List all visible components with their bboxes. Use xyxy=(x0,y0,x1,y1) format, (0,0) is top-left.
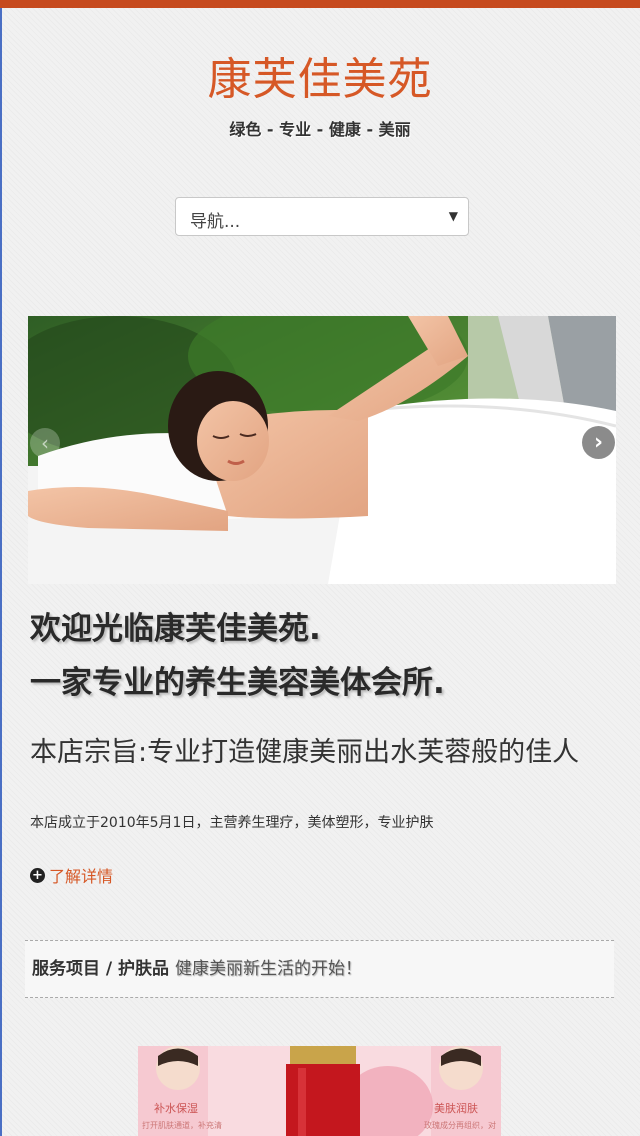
welcome-heading-line2: 一家专业的养生美容美体会所. xyxy=(30,665,445,701)
product-label-right: 美肤润肤 xyxy=(434,1102,478,1115)
services-separator: / xyxy=(100,959,119,979)
site-tagline: 绿色 - 专业 - 健康 - 美丽 xyxy=(229,120,411,139)
left-edge-line xyxy=(0,8,2,1136)
hero-slide-image xyxy=(28,316,616,584)
services-slogan: 健康美丽新生活的开始！ xyxy=(175,959,363,979)
skincare-category-link[interactable]: 护肤品 xyxy=(118,959,169,979)
slider-prev-icon[interactable]: ‹ xyxy=(30,428,60,458)
product-banner[interactable]: 补水保湿 美肤润肤 打开肌肤通道，补充清 玫瑰成分再组织，对 xyxy=(138,1046,501,1136)
welcome-heading-line1: 欢迎光临康芙佳美苑. xyxy=(30,611,321,647)
product-small-left: 打开肌肤通道，补充清 xyxy=(142,1121,222,1130)
product-label-left: 补水保湿 xyxy=(154,1102,198,1115)
store-motto: 本店宗旨:专业打造健康美丽出水芙蓉般的佳人 xyxy=(30,737,580,768)
caret-down-icon: ▼ xyxy=(448,209,458,223)
learn-more-link[interactable]: + 了解详情 xyxy=(30,863,114,886)
services-header: 服务项目 / 护肤品 健康美丽新生活的开始！ xyxy=(25,940,614,998)
plus-circle-icon: + xyxy=(30,867,45,883)
learn-more-label: 了解详情 xyxy=(49,867,114,886)
navigation-select-label: 导航... xyxy=(190,212,241,232)
navigation-select[interactable]: 导航... ▼ xyxy=(175,197,469,236)
slider-next-icon[interactable]: › xyxy=(582,426,615,459)
store-intro: 本店成立于2010年5月1日，主营养生理疗，美体塑形，专业护肤 xyxy=(30,815,434,831)
site-title[interactable]: 康芙佳美苑 xyxy=(0,52,640,108)
product-small-right: 玫瑰成分再组织，对 xyxy=(424,1121,496,1130)
services-category-link[interactable]: 服务项目 xyxy=(32,959,100,979)
hero-slider[interactable] xyxy=(28,316,616,584)
top-accent-bar xyxy=(0,0,640,8)
